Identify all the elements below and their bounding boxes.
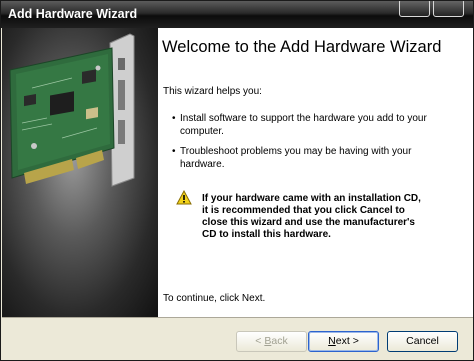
bullet-item-troubleshoot: • Troubleshoot problems you may be havin… [172,145,412,171]
warning-line: it is recommended that you click Cancel … [202,205,405,216]
wizard-banner-panel [2,28,158,317]
back-rest: ack [271,335,288,347]
next-button[interactable]: Next > [308,331,379,352]
warning-line: If your hardware came with an installati… [202,193,421,204]
help-button[interactable] [399,1,430,17]
network-card-image [9,33,135,187]
close-button[interactable] [433,1,464,17]
bullet-line: Install software to support the hardware… [180,113,427,124]
cancel-button[interactable]: Cancel [387,331,458,352]
bullet-line: computer. [180,126,224,137]
bullet-dot: • [172,113,176,124]
back-prefix: < [255,335,265,347]
bullet-line: Troubleshoot problems you may be having … [180,146,412,157]
add-hardware-wizard-window: Add Hardware Wizard Welcome to the Add H… [0,0,474,361]
bullet-dot: • [172,146,176,157]
continue-text: To continue, click Next. [163,293,266,304]
wizard-content-panel: Welcome to the Add Hardware Wizard This … [158,28,473,317]
bullet-line: hardware. [180,159,225,170]
bullet-item-install: • Install software to support the hardwa… [172,112,427,138]
title-bar[interactable]: Add Hardware Wizard [1,1,473,28]
intro-text: This wizard helps you: [163,86,262,97]
window-title: Add Hardware Wizard [8,7,138,21]
next-mnemonic: N [328,335,336,347]
next-rest: ext > [335,335,359,347]
back-button[interactable]: < Back [236,331,307,352]
warning-message: If your hardware came with an installati… [202,193,421,241]
button-bar: < Back Next > Cancel [2,317,473,360]
warning-line: close this wizard and use the manufactur… [202,217,415,228]
warning-icon [176,190,192,205]
wizard-heading: Welcome to the Add Hardware Wizard [162,38,442,56]
warning-line: CD to install this hardware. [202,229,331,240]
